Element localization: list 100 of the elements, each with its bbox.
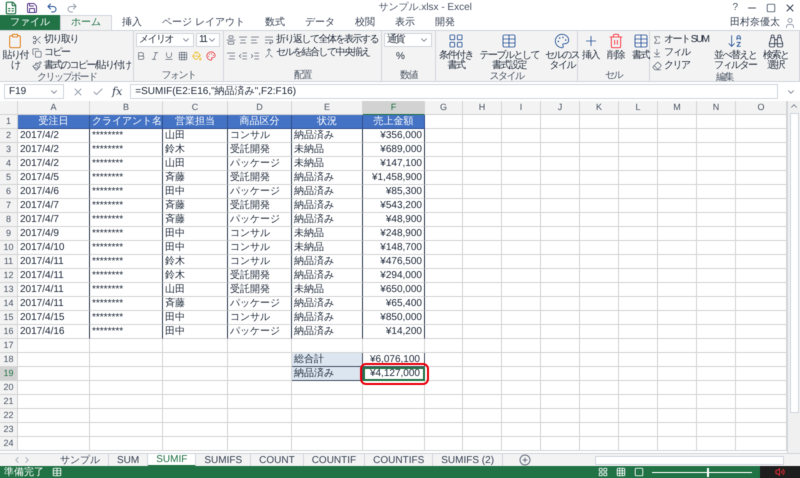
column-header[interactable]: J [541, 101, 580, 115]
ribbon-tab[interactable]: 数式 [254, 15, 295, 30]
sheet-tab[interactable]: SUMIF [148, 454, 196, 466]
formula-field[interactable]: =SUMIF(E2:E16,"納品済み",F2:F16) [130, 84, 778, 99]
table-cell: 未納品 [292, 227, 363, 241]
merge-center-button[interactable]: セルを結合して中央揃え [264, 46, 378, 59]
row-header[interactable]: 15 [0, 311, 18, 325]
style-button[interactable]: セルのスタイル [544, 33, 580, 71]
column-header[interactable]: H [463, 101, 502, 115]
row-header[interactable]: 19 [0, 367, 18, 381]
ribbon-tab[interactable]: データ [294, 15, 345, 30]
row-header[interactable]: 5 [0, 171, 18, 185]
row-header[interactable]: 23 [0, 423, 18, 437]
group-label: 数値 [400, 70, 417, 81]
copy-button[interactable]: コピー [32, 46, 130, 59]
table-cell: ******** [90, 199, 163, 213]
cell-button[interactable]: 削除 [605, 33, 626, 61]
table-cell: ¥14,200 [363, 325, 425, 339]
table-cell: 2017/4/2 [18, 129, 90, 143]
autosum-button[interactable]: オート SUM [652, 33, 708, 46]
row-header[interactable]: 6 [0, 185, 18, 199]
table-cell: ******** [90, 129, 163, 143]
column-header[interactable]: L [619, 101, 658, 115]
group-label: 配置 [294, 70, 311, 81]
column-header[interactable]: N [697, 101, 736, 115]
table-cell: ******** [90, 283, 163, 297]
row-header[interactable]: 12 [0, 269, 18, 283]
row-header[interactable]: 18 [0, 353, 18, 367]
cell-button[interactable]: 書式 [630, 33, 651, 61]
format-painter-button[interactable]: 書式のコピー/貼り付け [32, 59, 130, 72]
table-cell: 山田 [163, 129, 228, 143]
table-cell: ¥65,400 [363, 297, 425, 311]
table-cell: 山田 [163, 157, 228, 171]
insert-function-button[interactable]: fx [112, 85, 122, 98]
row-header[interactable]: 20 [0, 381, 18, 395]
help-button[interactable]: ? [732, 2, 738, 14]
table-cell: 田中 [163, 311, 228, 325]
row-header[interactable]: 16 [0, 325, 18, 339]
table-cell: ¥650,000 [363, 283, 425, 297]
table-cell: 納品済み [292, 185, 363, 199]
column-header[interactable]: M [658, 101, 697, 115]
row-header[interactable]: 11 [0, 255, 18, 269]
file-tab[interactable]: ファイル [0, 15, 60, 30]
row-header[interactable]: 9 [0, 227, 18, 241]
clear-button[interactable]: クリア [652, 59, 708, 72]
table-cell: 受託開発 [228, 199, 292, 213]
find-select-button[interactable]: 検索と選択 [762, 33, 790, 71]
wrap-text-button[interactable]: 折り返して全体を表示する [264, 33, 378, 46]
table-cell: 納品済み [292, 171, 363, 185]
row-header[interactable]: 10 [0, 241, 18, 255]
table-cell: 納品済み [292, 325, 363, 339]
row-header[interactable]: 17 [0, 339, 18, 353]
ribbon-tab[interactable]: ページ レイアウト [152, 15, 255, 30]
column-heading: 営業担当 [163, 115, 228, 129]
row-header[interactable]: 24 [0, 437, 18, 451]
column-header[interactable]: K [580, 101, 619, 115]
table-cell: コンサル [228, 129, 292, 143]
table-cell: 納品済み [292, 367, 363, 381]
ribbon-tab[interactable]: 表示 [384, 15, 425, 30]
row-header[interactable]: 8 [0, 213, 18, 227]
name-box[interactable]: F19 [4, 84, 64, 99]
sort-filter-button[interactable]: 並べ替えとフィルター [712, 33, 758, 71]
row-header[interactable]: 4 [0, 157, 18, 171]
style-button[interactable]: テーブルとして書式設定 [478, 33, 540, 71]
font-size-field[interactable]: 11 [196, 33, 220, 47]
table-cell: ¥147,100 [363, 157, 425, 171]
table-cell: 総合計 [292, 353, 363, 367]
row-header[interactable]: 1 [0, 115, 18, 129]
ribbon-tab[interactable]: 開発 [424, 15, 465, 30]
table-cell: 斉藤 [163, 199, 228, 213]
row-header[interactable]: 22 [0, 409, 18, 423]
row-header[interactable]: 21 [0, 395, 18, 409]
style-button[interactable]: 条件付き書式 [438, 33, 474, 71]
table-cell: コンサル [228, 255, 292, 269]
table-cell: ¥85,300 [363, 185, 425, 199]
table-cell: 納品済み [292, 129, 363, 143]
ribbon-tab[interactable]: ホーム [60, 15, 112, 30]
font-name-field[interactable]: メイリオ [136, 33, 194, 47]
row-header[interactable]: 13 [0, 283, 18, 297]
table-cell: 2017/4/15 [18, 311, 90, 325]
ribbon-tab[interactable]: 校閲 [344, 15, 385, 30]
column-header[interactable]: I [502, 101, 541, 115]
percent-button[interactable]: % [384, 51, 404, 63]
row-header[interactable]: 2 [0, 129, 18, 143]
number-format-field[interactable]: 通貨 [384, 33, 432, 47]
row-header[interactable]: 14 [0, 297, 18, 311]
column-header[interactable]: G [425, 101, 463, 115]
fill-button[interactable]: フィル [652, 46, 708, 59]
column-header[interactable]: F [363, 101, 425, 115]
table-cell: ******** [90, 157, 163, 171]
table-cell: 2017/4/11 [18, 297, 90, 311]
paste-button[interactable]: 貼り付け [2, 33, 28, 71]
ribbon-tab[interactable]: 挿入 [112, 15, 152, 30]
cut-button[interactable]: 切り取り [32, 33, 130, 46]
cell-button[interactable]: 挿入 [580, 33, 601, 61]
table-cell: ¥476,500 [363, 255, 425, 269]
table-cell: 受託開発 [228, 283, 292, 297]
row-header[interactable]: 3 [0, 143, 18, 157]
row-header[interactable]: 7 [0, 199, 18, 213]
table-cell: ¥48,900 [363, 213, 425, 227]
